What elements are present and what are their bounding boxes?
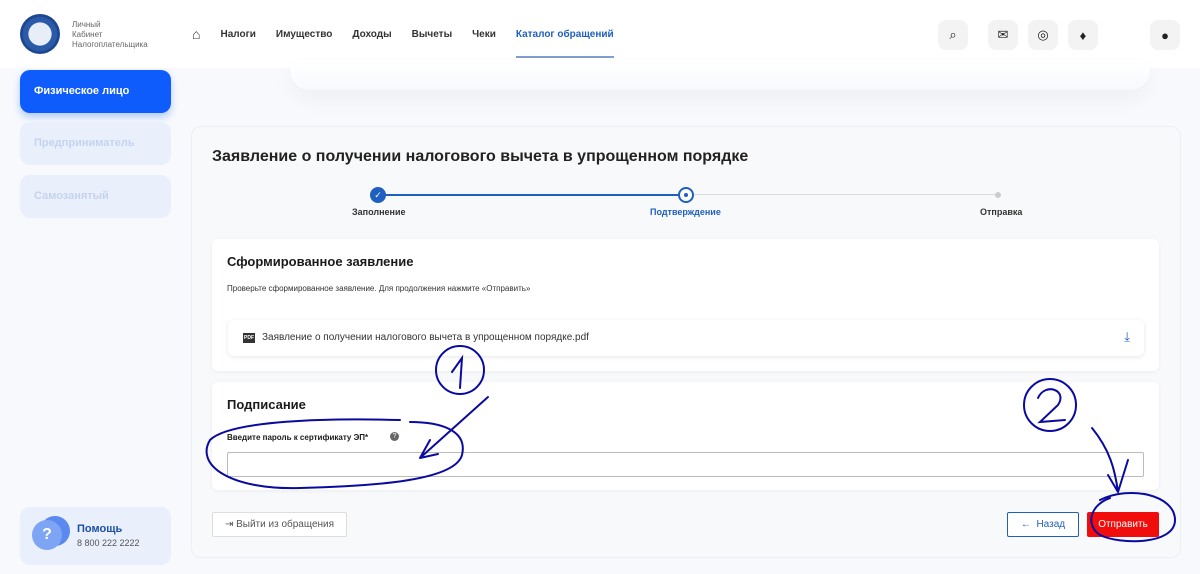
step-label: Отправка	[980, 207, 1023, 217]
logo-line: Налогоплательщика	[72, 40, 148, 49]
nav-income[interactable]: Доходы	[352, 29, 391, 40]
hint-text: Проверьте сформированное заявление. Для …	[227, 284, 531, 293]
signing-card: Подписание Введите пароль к сертификату …	[212, 382, 1159, 490]
step-label: Заполнение	[352, 207, 406, 217]
file-row[interactable]: PDF Заявление о получении налогового выч…	[228, 320, 1144, 356]
page-title: Заявление о получении налогового вычета …	[212, 148, 749, 165]
user-icon[interactable]: ●	[1150, 20, 1180, 50]
step-done-check-icon: ✓	[370, 187, 386, 203]
help-phone: 8 800 222 2222	[77, 538, 140, 548]
back-button[interactable]: ← Назад	[1007, 512, 1079, 537]
download-icon[interactable]: ⤓	[1124, 329, 1130, 345]
nav-catalog[interactable]: Каталог обращений	[515, 29, 614, 58]
help-card[interactable]: ? Помощь 8 800 222 2222	[20, 507, 171, 565]
mail-icon[interactable]: ✉	[988, 20, 1018, 50]
nav-property[interactable]: Имущество	[276, 29, 332, 40]
logo-text: Личный Кабинет Налогоплательщика	[72, 20, 148, 50]
arrow-left-icon: ←	[1020, 519, 1037, 530]
sidebar-item-individual[interactable]: Физическое лицо	[20, 70, 171, 113]
nav-receipts[interactable]: Чеки	[472, 29, 496, 40]
send-button[interactable]: Отправить	[1087, 512, 1159, 537]
main-nav: ⌂ Налоги Имущество Доходы Вычеты Чеки Ка…	[192, 26, 614, 58]
search-icon[interactable]: ⌕	[938, 20, 968, 50]
help-icon: ?	[32, 520, 62, 550]
pdf-icon: PDF	[243, 333, 255, 343]
nav-deductions[interactable]: Вычеты	[412, 29, 452, 40]
section-title: Сформированное заявление	[227, 254, 414, 269]
lightbulb-icon[interactable]: ♦	[1068, 20, 1098, 50]
header: Личный Кабинет Налогоплательщика ⌂ Налог…	[0, 0, 1200, 68]
step-pending	[995, 192, 1001, 198]
password-label: Введите пароль к сертификату ЭП*	[227, 433, 369, 442]
help-title: Помощь	[77, 523, 123, 535]
step-current	[678, 187, 694, 203]
sidebar-item-entrepreneur[interactable]: Предприниматель	[20, 122, 171, 165]
header-shadow	[290, 60, 1150, 90]
back-label: Назад	[1036, 519, 1066, 530]
exit-icon: ⇥	[224, 519, 237, 530]
generated-card: Сформированное заявление Проверьте сформ…	[212, 239, 1159, 371]
eye-off-icon[interactable]: ◎	[1028, 20, 1058, 50]
password-input[interactable]	[227, 452, 1144, 477]
file-name[interactable]: Заявление о получении налогового вычета …	[262, 332, 589, 343]
progress-done	[378, 194, 686, 196]
exit-label: Выйти из обращения	[236, 519, 335, 530]
nav-taxes[interactable]: Налоги	[220, 29, 255, 40]
logo-line: Личный	[72, 20, 101, 29]
section-title: Подписание	[227, 397, 306, 412]
help-question-icon[interactable]: ?	[390, 432, 399, 441]
exit-button[interactable]: ⇥ Выйти из обращения	[212, 512, 347, 537]
home-icon[interactable]: ⌂	[192, 26, 200, 42]
sidebar-item-selfemployed[interactable]: Самозанятый	[20, 175, 171, 218]
logo-line: Кабинет	[72, 30, 103, 39]
step-label: Подтверждение	[650, 207, 721, 217]
fns-logo[interactable]	[20, 14, 60, 54]
progress-remaining	[686, 194, 998, 195]
